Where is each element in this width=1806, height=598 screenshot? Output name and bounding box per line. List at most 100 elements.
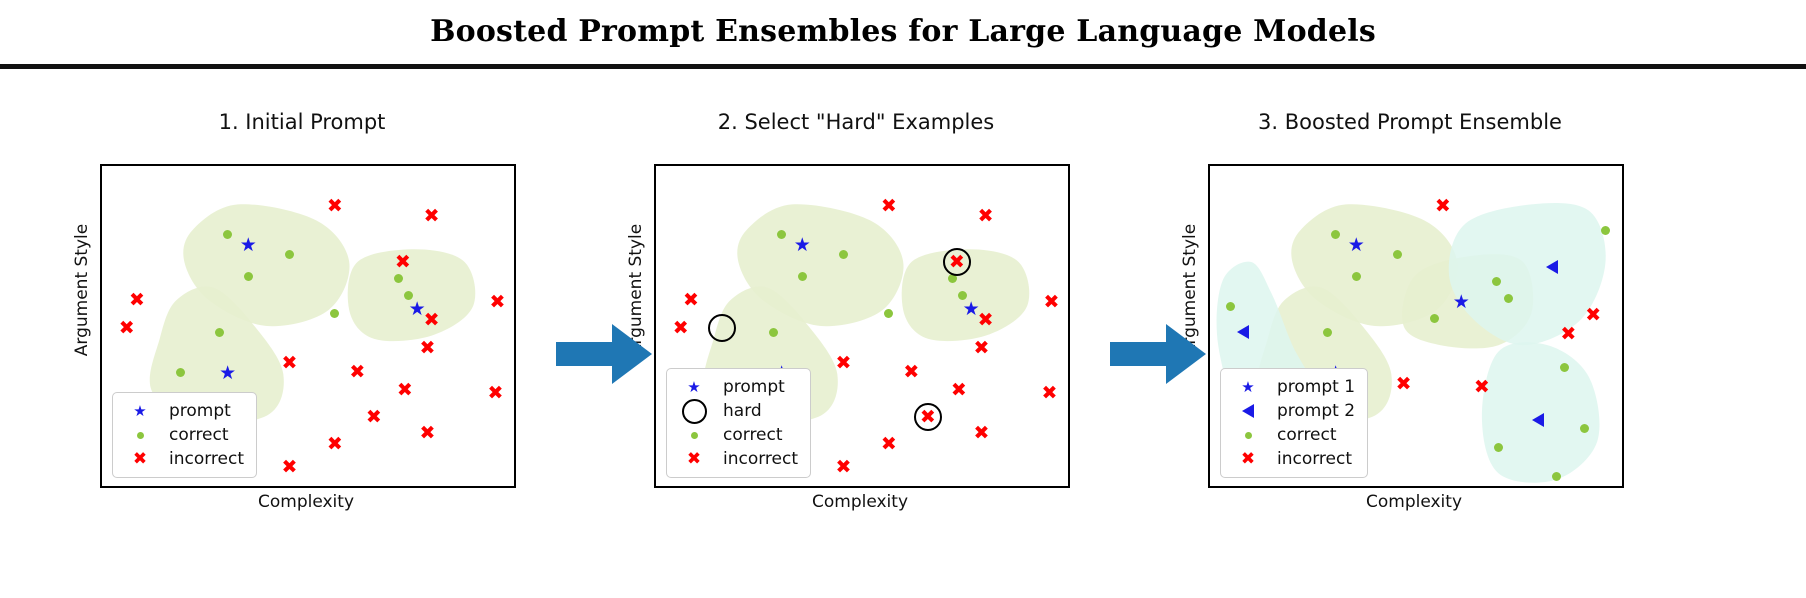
marker-correct (1351, 271, 1361, 281)
marker-incorrect: ✖ (326, 195, 343, 217)
legend-item: ✖ incorrect (1229, 447, 1355, 471)
marker-correct (768, 327, 778, 337)
panel-1-y-axis-label: Argument Style (72, 223, 92, 357)
marker-incorrect: ✖ (487, 382, 504, 405)
marker-prompt: ★ (793, 233, 811, 256)
legend-item-label: incorrect (169, 449, 245, 469)
marker-prompt-2 (1237, 325, 1249, 340)
panel-3-y-axis-label: Argument Style (1180, 223, 1200, 357)
marker-hard-highlight (942, 248, 971, 276)
page-title: Boosted Prompt Ensembles for Large Langu… (430, 14, 1376, 49)
x-icon: ✖ (132, 448, 148, 469)
marker-correct (797, 271, 807, 281)
legend-item-label: prompt (169, 401, 231, 421)
marker-incorrect: ✖ (1585, 303, 1602, 326)
x-icon: ✖ (686, 448, 702, 469)
panel-2-title: 2. Select "Hard" Examples (717, 110, 995, 134)
panel-2-legend: ★ prompt hard correct ✖ incorrect (666, 368, 812, 478)
legend-item: correct (675, 423, 798, 447)
legend-item-label: correct (169, 425, 229, 445)
panel-3-legend: ★ prompt 1 prompt 2 correct ✖ incorrect (1220, 368, 1369, 478)
legend-item-label: hard (723, 401, 762, 421)
title-band: Boosted Prompt Ensembles for Large Langu… (0, 0, 1806, 72)
panel-2-plot-area: ★★★✖✖✖✖✖✖✖✖✖✖✖✖✖✖✖✖★prompthardcorrect✖in… (654, 164, 1070, 488)
marker-correct (1322, 327, 1332, 337)
legend-item: ✖ incorrect (675, 447, 798, 471)
triangle-icon (1229, 399, 1267, 423)
marker-correct (1493, 443, 1503, 453)
marker-incorrect: ✖ (835, 351, 852, 374)
marker-incorrect: ✖ (977, 204, 994, 227)
marker-incorrect: ✖ (394, 251, 411, 273)
marker-incorrect: ✖ (1043, 291, 1060, 313)
legend-item-label: incorrect (723, 449, 799, 469)
dot-icon (675, 423, 713, 447)
legend-item-label: correct (723, 425, 783, 445)
marker-incorrect: ✖ (1434, 195, 1451, 217)
marker-incorrect: ✖ (365, 406, 382, 429)
legend-item: correct (121, 423, 244, 447)
circle-icon (675, 398, 713, 424)
marker-prompt: ★ (1347, 233, 1365, 256)
star-icon: ★ (1241, 377, 1255, 396)
panel-2-y-axis-label: Argument Style (626, 223, 646, 357)
title-divider (0, 64, 1806, 69)
marker-incorrect: ✖ (281, 351, 298, 374)
legend-item: correct (1229, 423, 1355, 447)
marker-incorrect: ✖ (1560, 323, 1577, 345)
marker-incorrect: ✖ (977, 308, 994, 331)
marker-correct (243, 271, 253, 281)
marker-incorrect: ✖ (281, 455, 298, 478)
marker-correct (214, 327, 224, 337)
marker-prompt-2 (1546, 259, 1558, 274)
panel-1-x-axis-label: Complexity (257, 492, 354, 512)
arrow-2-to-3 (1110, 324, 1206, 384)
marker-incorrect: ✖ (880, 433, 897, 456)
star-icon: ★ (133, 401, 147, 420)
marker-incorrect: ✖ (396, 379, 413, 401)
marker-incorrect: ✖ (1395, 372, 1412, 395)
marker-incorrect: ✖ (1473, 375, 1490, 398)
marker-incorrect: ✖ (950, 379, 967, 401)
panel-1-plot-area: ★ ★ ★ ✖ ✖ ✖ ✖ ✖ ✖ ✖ ✖ ✖ ✖ ✖ ✖ ✖ ✖ ✖ ✖ ★ prompt correct ✖ incorr… (100, 164, 516, 488)
legend-item: prompt 2 (1229, 399, 1355, 423)
legend-item-label: prompt (723, 377, 785, 397)
marker-incorrect: ✖ (419, 337, 436, 360)
marker-incorrect: ✖ (349, 361, 366, 384)
panel-1-title: 1. Initial Prompt (218, 110, 386, 134)
panel-2-x-axis-label: Complexity (811, 492, 908, 512)
marker-hard-highlight (913, 403, 942, 432)
legend-item: ✖ incorrect (121, 447, 244, 471)
marker-correct (330, 308, 340, 318)
marker-incorrect: ✖ (835, 455, 852, 478)
panel-1-legend: ★ prompt correct ✖ incorrect (112, 392, 258, 478)
x-icon: ✖ (1240, 448, 1256, 469)
marker-incorrect: ✖ (326, 433, 343, 456)
star-icon: ★ (687, 377, 701, 396)
panel-3-x-axis-label: Complexity (1365, 492, 1462, 512)
marker-incorrect: ✖ (489, 291, 506, 313)
marker-incorrect: ✖ (880, 195, 897, 217)
panel-3: 3. Boosted Prompt Ensemble Argument Style… (1160, 110, 1660, 530)
marker-prompt: ★ (1452, 291, 1470, 314)
legend-item: ★ prompt (121, 399, 244, 423)
panel-3-title: 3. Boosted Prompt Ensemble (1258, 110, 1562, 134)
panel-2: 2. Select "Hard" Examples Argument Style ★… (606, 110, 1106, 530)
marker-incorrect: ✖ (423, 308, 440, 331)
marker-hard-highlight (707, 313, 736, 342)
marker-incorrect: ✖ (973, 422, 990, 445)
marker-correct (1491, 276, 1501, 286)
marker-incorrect: ✖ (129, 289, 145, 312)
marker-correct (1601, 225, 1610, 235)
marker-incorrect: ✖ (973, 337, 990, 360)
marker-incorrect: ✖ (903, 361, 920, 384)
marker-prompt: ★ (239, 233, 257, 256)
legend-item: ★ prompt 1 (1229, 375, 1355, 399)
legend-item: ★ prompt (675, 375, 798, 399)
marker-correct (285, 249, 294, 259)
legend-item-label: incorrect (1277, 449, 1353, 469)
marker-correct (1393, 249, 1402, 259)
marker-correct (1559, 363, 1569, 373)
dot-icon (121, 423, 159, 447)
legend-item-label: prompt 2 (1277, 401, 1356, 421)
